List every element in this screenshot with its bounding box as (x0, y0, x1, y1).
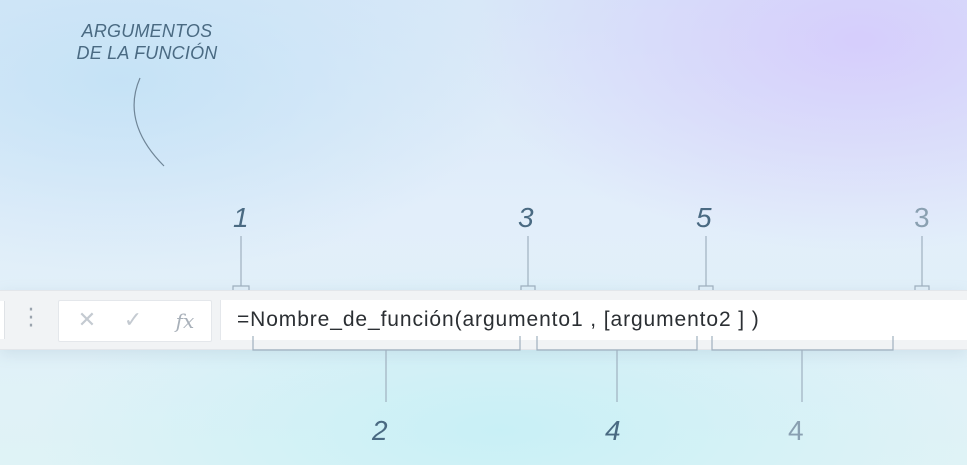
bracket-bottom-argument2 (711, 336, 894, 351)
callout-top-3-closing: 3 (914, 202, 930, 233)
callout-bottom-2: 2 (372, 415, 388, 446)
annotation-lines-bottom (252, 336, 894, 402)
bracket-bottom-argument1 (536, 336, 698, 351)
callout-bottom-4-argument2: 4 (788, 415, 804, 446)
callout-top-5: 5 (696, 202, 712, 233)
bracket-bottom-function-name (252, 336, 521, 351)
callout-top-3: 3 (518, 202, 534, 233)
callout-bottom-4-argument1: 4 (605, 415, 621, 446)
callout-top-1: 1 (233, 202, 249, 233)
